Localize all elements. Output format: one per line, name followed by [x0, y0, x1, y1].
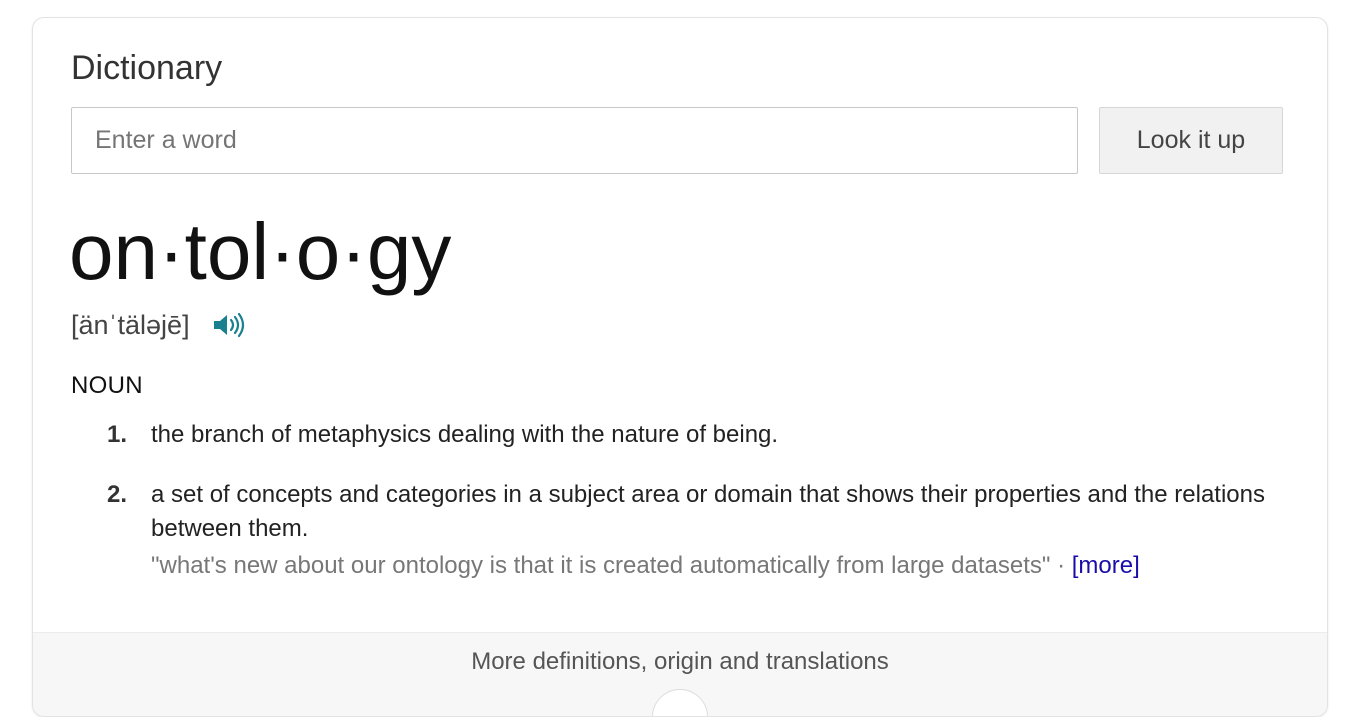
definition-number: 2. [107, 481, 128, 508]
look-it-up-button[interactable]: Look it up [1099, 107, 1283, 174]
separator-dot: · [1050, 552, 1072, 579]
headword: on·tol·o·gy [69, 207, 452, 296]
usage-example: "what's new about our ontology is that i… [151, 546, 1271, 586]
dictionary-card: Dictionary Look it up on·tol·o·gy [änˈtä… [32, 17, 1328, 717]
more-examples-link[interactable]: [more] [1072, 552, 1140, 579]
page-top-edge [0, 0, 1360, 18]
expand-chevron-icon[interactable] [652, 689, 708, 716]
definition-text: a set of concepts and categories in a su… [151, 481, 1265, 542]
dictionary-title: Dictionary [71, 49, 223, 87]
definition-item: 2. a set of concepts and categories in a… [71, 478, 1271, 586]
usage-example-text: "what's new about our ontology is that i… [151, 552, 1051, 579]
pronunciation-row: [änˈtäləjē] [71, 305, 248, 345]
more-definitions-label: More definitions, origin and translation… [471, 648, 889, 675]
part-of-speech: NOUN [71, 372, 143, 399]
definitions-list: 1. the branch of metaphysics dealing wit… [71, 418, 1271, 606]
definition-number: 1. [107, 421, 128, 448]
definition-text: the branch of metaphysics dealing with t… [151, 421, 779, 448]
speaker-icon[interactable] [212, 310, 248, 340]
definition-item: 1. the branch of metaphysics dealing wit… [71, 418, 1271, 452]
word-search-input[interactable] [71, 107, 1078, 174]
phonetic-spelling: [änˈtäləjē] [71, 309, 190, 340]
more-definitions-bar[interactable]: More definitions, origin and translation… [33, 632, 1327, 716]
